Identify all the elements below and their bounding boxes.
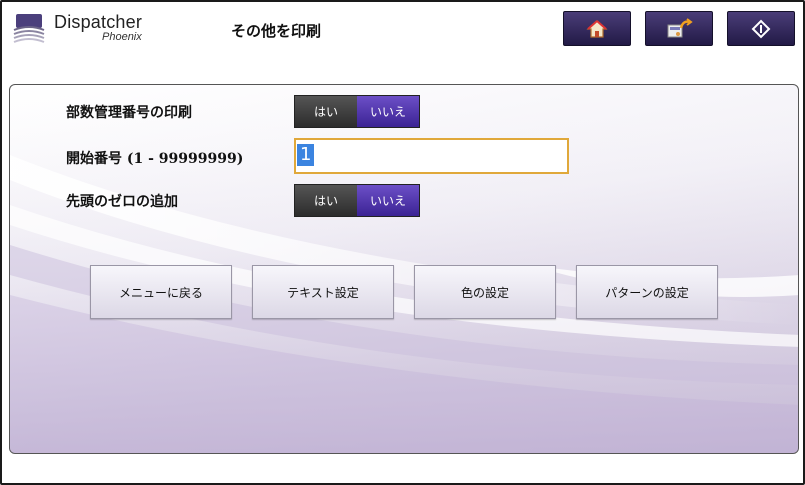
back-to-menu-button[interactable]: メニューに戻る xyxy=(90,265,232,319)
copy-number-print-label: 部数管理番号の印刷 xyxy=(66,105,192,121)
start-icon xyxy=(751,19,771,38)
dispatcher-logo-icon xyxy=(13,14,45,43)
copy-number-print-yes[interactable]: はい xyxy=(295,96,357,127)
start-number-input[interactable]: 1 xyxy=(294,138,569,174)
page-title: その他を印刷 xyxy=(231,22,322,40)
app-name: Dispatcher xyxy=(54,12,143,32)
app-logo: Dispatcher Phoenix xyxy=(12,12,162,46)
window-frame: Dispatcher Phoenix その他を印刷 部数管理番号の印刷 はい い… xyxy=(0,0,805,485)
start-number-value: 1 xyxy=(297,144,315,166)
color-settings-button[interactable]: 色の設定 xyxy=(414,265,556,319)
start-number-label: 開始番号 (1 - 99999999) xyxy=(66,151,244,167)
app-subname: Phoenix xyxy=(102,31,142,43)
start-button[interactable] xyxy=(727,11,795,46)
return-button[interactable] xyxy=(645,11,713,46)
leading-zero-toggle: はい いいえ xyxy=(294,184,420,217)
return-icon xyxy=(667,17,693,37)
home-icon xyxy=(586,19,608,38)
pattern-settings-button[interactable]: パターンの設定 xyxy=(576,265,718,319)
text-settings-button[interactable]: テキスト設定 xyxy=(252,265,394,319)
leading-zero-yes[interactable]: はい xyxy=(295,185,357,216)
copy-number-print-toggle: はい いいえ xyxy=(294,95,420,128)
home-button[interactable] xyxy=(563,11,631,46)
leading-zero-no[interactable]: いいえ xyxy=(357,185,419,216)
settings-panel: 部数管理番号の印刷 はい いいえ 開始番号 (1 - 99999999) 1 先… xyxy=(9,84,799,454)
copy-number-print-no[interactable]: いいえ xyxy=(357,96,419,127)
leading-zero-label: 先頭のゼロの追加 xyxy=(66,194,178,210)
